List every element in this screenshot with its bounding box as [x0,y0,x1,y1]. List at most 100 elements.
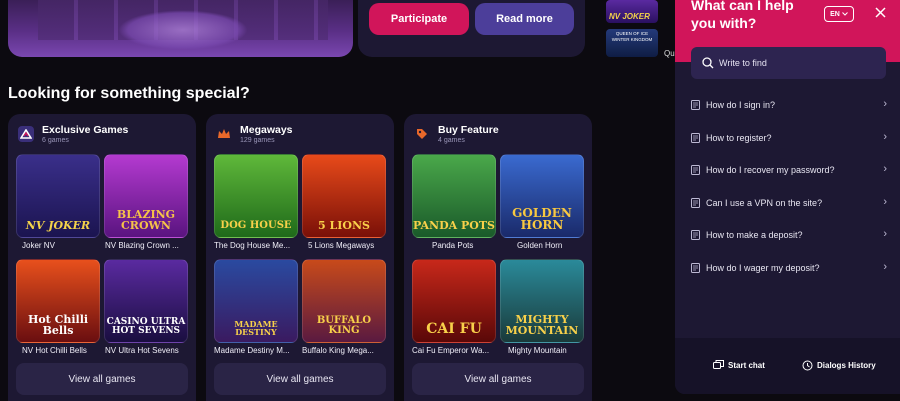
game-art: DOG HOUSE [220,220,292,231]
chevron-down-icon [842,12,848,16]
section-title: Looking for something special? [8,85,250,102]
faq-question: How to make a deposit? [706,230,803,240]
collection-count: 4 games [438,137,465,144]
game-tile[interactable]: MIGHTY MOUNTAIN [500,259,584,343]
game-name[interactable]: NV Ultra Hot Sevens [105,346,191,355]
dialogs-history-button[interactable]: Dialogs History [802,360,876,371]
game-tile[interactable]: BUFFALO KING [302,259,386,343]
game-art: MADAME DESTINY [234,319,278,337]
game-art: GOLDEN HORN [512,206,572,232]
game-name[interactable]: Madame Destiny M... [214,346,300,355]
game-art: BLAZING CROWN [116,208,176,232]
price-tag-icon [414,126,430,142]
document-icon [691,198,700,208]
game-name[interactable]: Mighty Mountain [508,346,594,355]
collection-count: 6 games [42,137,69,144]
crown-icon [216,126,232,142]
collection-megaways: Megaways 129 games DOG HOUSE The Dog Hou… [206,114,394,401]
help-footer: Start chat Dialogs History [675,338,900,394]
game-art: Hot Chilli Bells [27,313,89,337]
faq-question: How do I sign in? [706,100,776,110]
game-name[interactable]: Panda Pots [432,241,518,250]
game-tile[interactable]: CAI FU [412,259,496,343]
faq-question: How do I wager my deposit? [706,263,820,273]
game-art: CASINO ULTRA HOT SEVENS [106,317,186,336]
game-thumb-nv-joker[interactable]: NV JOKER [606,0,658,23]
language-selector[interactable]: EN [824,6,854,22]
game-name[interactable]: 5 Lions Megaways [308,241,394,250]
document-icon [691,133,700,143]
nv-logo-icon [18,126,34,142]
chevron-right-icon: › [883,131,887,143]
close-icon[interactable] [873,6,887,20]
game-tile[interactable]: CASINO ULTRA HOT SEVENS [104,259,188,343]
game-art: BUFFALO KING [316,315,372,336]
document-icon [691,230,700,240]
view-all-games-button[interactable]: View all games [214,363,386,395]
game-tile[interactable]: GOLDEN HORN [500,154,584,238]
game-tile[interactable]: BLAZING CROWN [104,154,188,238]
participate-button[interactable]: Participate [369,3,469,35]
game-thumb-queen-of-ice[interactable]: QUEEN OF ICE WINTER KINGDOM [606,29,658,57]
search-icon [702,57,714,69]
game-art: MIGHTY MOUNTAIN [505,313,579,337]
history-icon [802,360,813,371]
game-tile[interactable]: PANDA POTS [412,154,496,238]
collection-title: Exclusive Games [42,124,129,136]
start-chat-label: Start chat [728,360,765,370]
game-art: PANDA POTS [413,219,495,232]
game-name[interactable]: NV Hot Chilli Bells [22,346,108,355]
collection-title: Buy Feature [438,124,499,136]
view-all-games-button[interactable]: View all games [16,363,188,395]
faq-item[interactable]: How do I sign in? › [691,95,889,115]
chevron-right-icon: › [883,228,887,240]
chevron-right-icon: › [883,98,887,110]
chevron-right-icon: › [883,163,887,175]
dialogs-history-label: Dialogs History [817,361,876,370]
read-more-button[interactable]: Read more [475,3,574,35]
game-tile[interactable]: NV JOKER [16,154,100,238]
game-name[interactable]: Golden Horn [517,241,603,250]
document-icon [691,165,700,175]
view-all-games-button[interactable]: View all games [412,363,584,395]
chat-icon [713,360,724,369]
faq-question: How do I recover my password? [706,165,835,175]
game-name[interactable]: Buffalo King Mega... [302,346,388,355]
game-tile[interactable]: MADAME DESTINY [214,259,298,343]
game-name[interactable]: Cai Fu Emperor Wa... [412,346,498,355]
game-tile[interactable]: Hot Chilli Bells [16,259,100,343]
promo-banner-image[interactable] [8,0,353,57]
search-input[interactable] [719,47,879,79]
faq-item[interactable]: How do I recover my password? › [691,160,889,180]
document-icon [691,263,700,273]
help-title: What can I help you with? [691,0,794,31]
start-chat-button[interactable]: Start chat [713,360,765,370]
collection-count: 129 games [240,137,275,144]
game-thumb-label: Qu [664,49,675,58]
document-icon [691,100,700,110]
help-search[interactable] [691,47,886,79]
faq-item[interactable]: Can I use a VPN on the site? › [691,193,889,213]
game-thumb-title: QUEEN OF ICE WINTER KINGDOM [611,31,653,42]
game-art: 5 LIONS [318,219,370,232]
game-art: NV JOKER [25,219,91,232]
help-panel: What can I help you with? EN How do I si… [675,0,900,394]
chevron-right-icon: › [883,196,887,208]
faq-item[interactable]: How do I wager my deposit? › [691,258,889,278]
language-code: EN [830,10,840,18]
faq-item[interactable]: How to register? › [691,128,889,148]
chevron-right-icon: › [883,261,887,273]
game-name[interactable]: NV Blazing Crown ... [105,241,191,250]
game-name[interactable]: The Dog House Me... [214,241,300,250]
collection-buy-feature: Buy Feature 4 games PANDA POTS Panda Pot… [404,114,592,401]
game-tile[interactable]: 5 LIONS [302,154,386,238]
faq-item[interactable]: How to make a deposit? › [691,225,889,245]
game-thumb-title: NV JOKER [609,12,650,21]
game-name[interactable]: Joker NV [22,241,108,250]
faq-question: Can I use a VPN on the site? [706,198,823,208]
collection-title: Megaways [240,124,293,136]
faq-question: How to register? [706,133,772,143]
collection-exclusive-games: Exclusive Games 6 games NV JOKER Joker N… [8,114,196,401]
game-tile[interactable]: DOG HOUSE [214,154,298,238]
game-art: CAI FU [426,321,482,337]
